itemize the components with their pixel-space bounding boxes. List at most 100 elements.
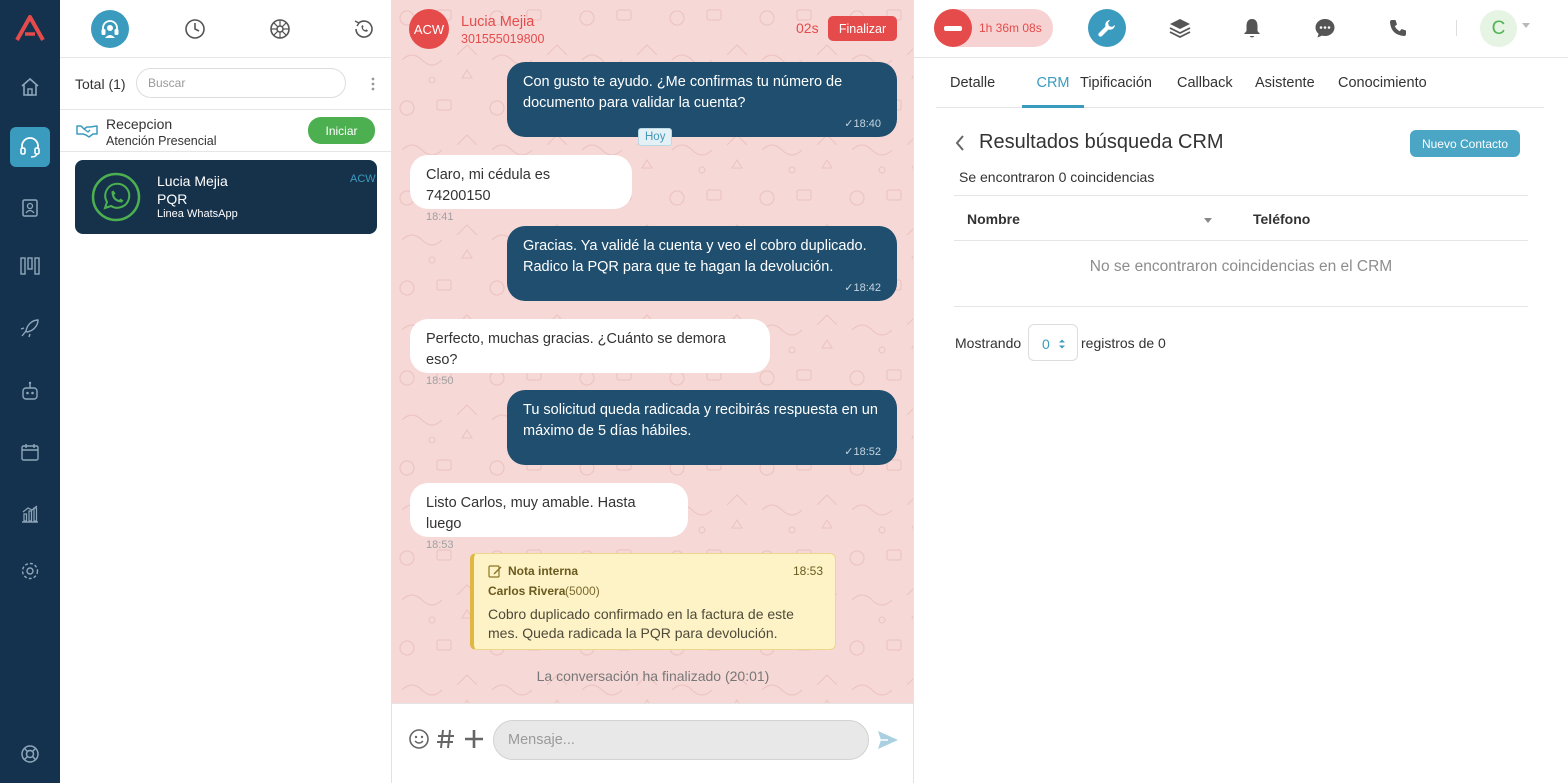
page-size-select[interactable]: 0 bbox=[1028, 324, 1078, 361]
message-time: 18:41 bbox=[426, 211, 454, 223]
matches-count: Se encontraron 0 coincidencias bbox=[959, 169, 1155, 185]
reception-queue-item[interactable]: Recepcion Atención Presencial Iniciar bbox=[60, 110, 391, 152]
message-time: ✓18:52 bbox=[844, 446, 881, 458]
conversation-card[interactable]: Lucia Mejia PQR Linea WhatsApp ACW bbox=[75, 160, 377, 234]
app-logo[interactable] bbox=[14, 12, 46, 44]
details-panel: 1h 36m 08s C Detalle CRM Tipificación Ca… bbox=[914, 0, 1568, 783]
more-options-icon[interactable] bbox=[370, 76, 376, 92]
note-text: Cobro duplicado confirmado en la factura… bbox=[488, 606, 794, 641]
pagination-info: Mostrando 0 registros de 0 bbox=[955, 324, 1355, 361]
status-time: 1h 36m 08s bbox=[979, 21, 1042, 35]
conversation-ended-notice: La conversación ha finalizado (20:01) bbox=[536, 668, 770, 684]
conversation-contact-name: Lucia Mejia bbox=[157, 173, 228, 189]
settings-gear-icon[interactable] bbox=[10, 551, 50, 591]
edit-note-icon bbox=[488, 564, 502, 583]
tab-detalle[interactable]: Detalle bbox=[950, 58, 995, 108]
message-input[interactable] bbox=[493, 720, 869, 760]
whatsapp-icon bbox=[91, 172, 141, 222]
start-button[interactable]: Iniciar bbox=[308, 117, 375, 144]
agent-status-pill[interactable]: 1h 36m 08s bbox=[934, 9, 1053, 47]
help-lifebuoy-icon[interactable] bbox=[10, 734, 50, 774]
queue-toolbar bbox=[60, 0, 391, 58]
finish-button[interactable]: Finalizar bbox=[828, 16, 897, 41]
message-incoming: Listo Carlos, muy amable. Hasta luego 18… bbox=[410, 483, 688, 551]
bell-icon[interactable] bbox=[1233, 9, 1271, 47]
queue-search-bar: Total (1) bbox=[60, 58, 391, 110]
message-time: ✓18:40 bbox=[844, 118, 881, 130]
back-chevron-icon[interactable] bbox=[954, 134, 966, 157]
contacts-book-icon[interactable] bbox=[10, 188, 50, 228]
total-count: Total (1) bbox=[75, 76, 126, 92]
chat-panel: ACW Lucia Mejia 301555019800 02s Finaliz… bbox=[392, 0, 914, 783]
rocket-icon[interactable] bbox=[10, 308, 50, 348]
contact-avatar: ACW bbox=[409, 9, 449, 49]
column-phone[interactable]: Teléfono bbox=[1253, 211, 1310, 227]
do-not-disturb-icon bbox=[934, 9, 972, 47]
queue-panel: Total (1) Recepcion Atención Presencial … bbox=[60, 0, 392, 783]
emoji-icon[interactable] bbox=[408, 728, 430, 755]
records-label: registros de 0 bbox=[1081, 335, 1166, 351]
conversation-state-badge: ACW bbox=[350, 173, 376, 185]
tab-conocimiento[interactable]: Conocimiento bbox=[1338, 58, 1427, 108]
sort-desc-icon[interactable] bbox=[1204, 218, 1212, 223]
clock-history-icon[interactable] bbox=[176, 10, 214, 48]
reports-chart-icon[interactable] bbox=[10, 494, 50, 534]
home-icon[interactable] bbox=[10, 67, 50, 107]
message-outgoing: Tu solicitud queda radicada y recibirás … bbox=[507, 390, 897, 465]
nav-rail bbox=[0, 0, 60, 783]
crm-results-table: Nombre Teléfono No se encontraron coinci… bbox=[954, 195, 1528, 307]
layers-icon[interactable] bbox=[1161, 9, 1199, 47]
tab-callback[interactable]: Callback bbox=[1177, 58, 1233, 108]
details-tabs: Detalle CRM Tipificación Callback Asiste… bbox=[936, 58, 1544, 108]
new-contact-button[interactable]: Nuevo Contacto bbox=[1410, 130, 1520, 157]
message-time: 18:53 bbox=[426, 539, 454, 551]
chat-header: ACW Lucia Mejia 301555019800 02s Finaliz… bbox=[392, 0, 913, 58]
call-history-icon[interactable] bbox=[345, 10, 383, 48]
note-label: Nota interna bbox=[508, 564, 579, 578]
showing-label: Mostrando bbox=[955, 335, 1022, 351]
message-outgoing: Con gusto te ayudo. ¿Me confirmas tu núm… bbox=[507, 62, 897, 137]
note-author: Carlos Rivera bbox=[488, 584, 566, 598]
acw-timer: 02s bbox=[796, 20, 819, 36]
search-input[interactable] bbox=[136, 68, 346, 98]
internal-note: Nota interna 18:53 Carlos Rivera (5000) … bbox=[470, 553, 836, 650]
conversation-line: Linea WhatsApp bbox=[157, 208, 238, 220]
select-arrows-icon bbox=[1058, 337, 1066, 355]
tab-asistente[interactable]: Asistente bbox=[1255, 58, 1315, 108]
kanban-icon[interactable] bbox=[10, 246, 50, 286]
chat-bubble-icon[interactable] bbox=[1306, 9, 1344, 47]
hashtag-icon[interactable] bbox=[436, 728, 456, 755]
message-text: Claro, mi cédula es 74200150 bbox=[426, 167, 551, 204]
plus-icon[interactable] bbox=[463, 728, 485, 755]
send-icon[interactable] bbox=[876, 728, 900, 757]
support-agent-icon[interactable] bbox=[91, 10, 129, 48]
note-time: 18:53 bbox=[792, 564, 823, 578]
tab-tipificacion[interactable]: Tipificación bbox=[1080, 58, 1152, 108]
wrench-icon[interactable] bbox=[1088, 9, 1126, 47]
topbar-divider bbox=[1456, 20, 1457, 36]
contact-name[interactable]: Lucia Mejia bbox=[461, 14, 534, 30]
user-avatar[interactable]: C bbox=[1480, 10, 1517, 47]
omnichannel-wheel-icon[interactable] bbox=[261, 10, 299, 48]
message-text: Gracias. Ya validé la cuenta y veo el co… bbox=[523, 238, 867, 275]
top-bar: 1h 36m 08s C bbox=[914, 0, 1568, 58]
conversation-topic: PQR bbox=[157, 191, 188, 207]
message-text: Perfecto, muchas gracias. ¿Cuánto se dem… bbox=[426, 331, 726, 368]
message-outgoing: Gracias. Ya validé la cuenta y veo el co… bbox=[507, 226, 897, 301]
message-text: Con gusto te ayudo. ¿Me confirmas tu núm… bbox=[523, 74, 843, 111]
day-separator: Hoy bbox=[638, 128, 673, 146]
user-menu-chevron-icon[interactable] bbox=[1522, 23, 1530, 28]
column-name[interactable]: Nombre bbox=[967, 211, 1020, 227]
message-time: ✓18:42 bbox=[844, 282, 881, 294]
tab-crm[interactable]: CRM bbox=[1022, 58, 1084, 108]
calendar-icon[interactable] bbox=[10, 432, 50, 472]
headset-icon[interactable] bbox=[10, 127, 50, 167]
page-size-value: 0 bbox=[1042, 336, 1050, 352]
robot-icon[interactable] bbox=[10, 371, 50, 411]
message-time: 18:50 bbox=[426, 375, 454, 387]
message-incoming: Perfecto, muchas gracias. ¿Cuánto se dem… bbox=[410, 319, 770, 387]
reception-subtitle: Atención Presencial bbox=[106, 134, 217, 148]
message-incoming: Claro, mi cédula es 74200150 18:41 bbox=[410, 155, 632, 223]
phone-icon[interactable] bbox=[1379, 9, 1417, 47]
message-composer bbox=[392, 703, 913, 783]
